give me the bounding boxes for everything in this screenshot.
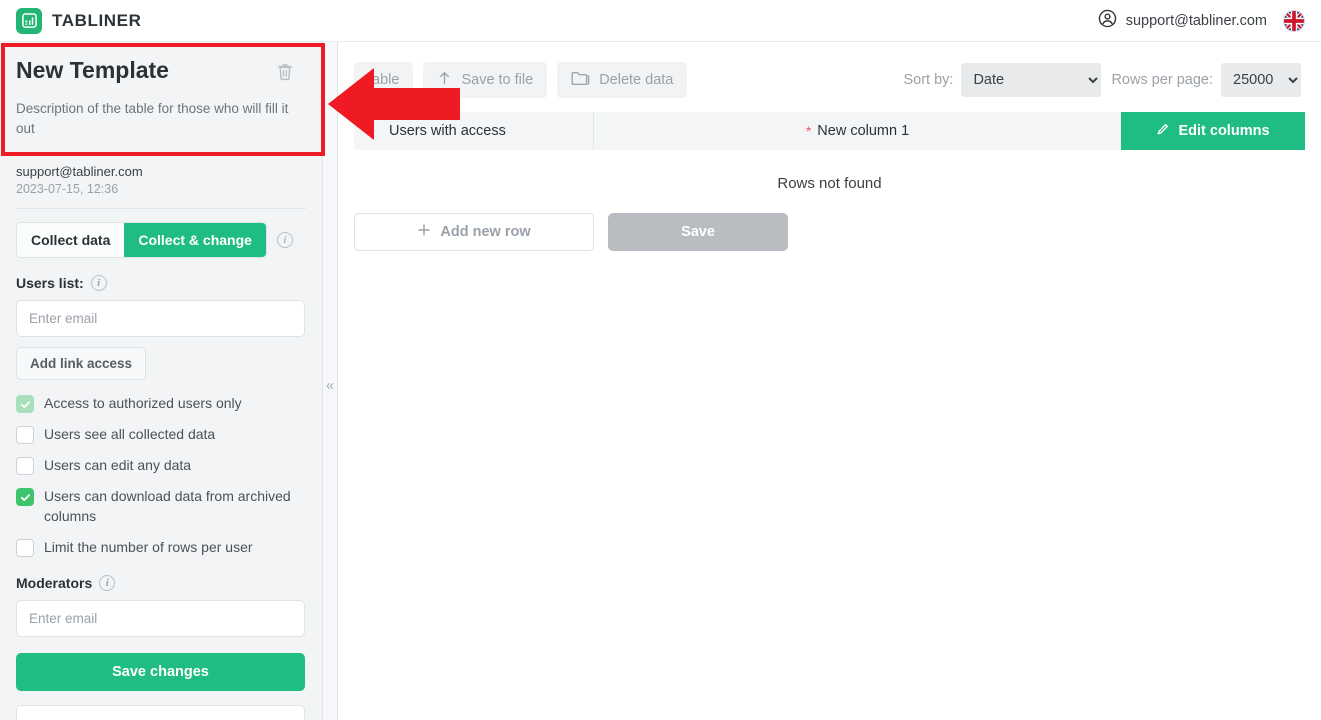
- template-description[interactable]: Description of the table for those who w…: [16, 99, 294, 138]
- checkbox-label: Users can edit any data: [44, 457, 192, 474]
- users-list-label-row: Users list: i: [16, 275, 306, 292]
- tab-collect-and-change[interactable]: Collect & change: [124, 223, 266, 258]
- users-list-email-input[interactable]: [16, 300, 305, 338]
- checkbox-access-authorized-only[interactable]: Access to authorized users only: [16, 394, 306, 414]
- checkbox-download-archived-columns[interactable]: Users can download data from archived co…: [16, 487, 306, 527]
- checkbox-box: [16, 538, 34, 557]
- edit-columns-label: Edit columns: [1178, 123, 1270, 139]
- save-changes-button[interactable]: Save changes: [16, 652, 305, 691]
- checkbox-box: [16, 426, 34, 445]
- moderators-label: Moderators: [16, 574, 93, 591]
- checkbox-label: Access to authorized users only: [44, 395, 242, 412]
- table-toolbar: table Save to file Delete data Sort by: …: [338, 42, 1321, 98]
- sort-by-control: Sort by: Date: [903, 63, 1102, 97]
- account-menu[interactable]: support@tabliner.com: [1097, 8, 1267, 34]
- account-email: support@tabliner.com: [1125, 12, 1267, 29]
- rows-per-page-select[interactable]: 25000: [1221, 63, 1301, 97]
- brand-name: TABLINER: [52, 10, 142, 30]
- checkbox-users-see-all-data[interactable]: Users see all collected data: [16, 425, 306, 445]
- checkbox-box: [16, 395, 34, 414]
- checkbox-label: Limit the number of rows per user: [44, 538, 253, 555]
- tab-collect-data[interactable]: Collect data: [17, 223, 125, 258]
- add-link-access-button[interactable]: Add link access: [16, 347, 147, 381]
- sort-by-label: Sort by:: [903, 72, 954, 88]
- table-header-row: Users with access * New column 1 Edit co…: [354, 112, 1305, 150]
- permissions-checkbox-group: Access to authorized users only Users se…: [16, 394, 306, 557]
- chevron-double-left-icon[interactable]: «: [322, 372, 338, 398]
- delete-data-label: Delete data: [599, 72, 674, 88]
- required-marker: *: [805, 123, 812, 139]
- checkbox-label: Users can download data from archived co…: [44, 488, 291, 524]
- sort-by-select[interactable]: Date: [961, 63, 1102, 97]
- users-list-label: Users list:: [16, 275, 84, 292]
- mode-toggle-group: Collect data Collect & change: [16, 222, 267, 259]
- user-circle-icon: [1097, 8, 1118, 34]
- edit-columns-button[interactable]: Edit columns: [1121, 112, 1305, 150]
- column-header-label: New column 1: [817, 123, 910, 139]
- checkbox-users-edit-any-data[interactable]: Users can edit any data: [16, 456, 306, 476]
- template-timestamp: 2023-07-15, 12:36: [16, 182, 119, 197]
- sidebar: New Template Description of the table fo…: [0, 42, 322, 720]
- checkbox-box: [16, 488, 34, 507]
- moderators-email-input[interactable]: [16, 599, 305, 637]
- upload-arrow-icon: [437, 70, 452, 90]
- owner-email: support@tabliner.com: [16, 164, 143, 180]
- plus-icon: [417, 223, 431, 241]
- tabliner-logo-icon: [16, 7, 42, 34]
- uk-flag-icon[interactable]: [1283, 9, 1305, 32]
- info-icon[interactable]: i: [90, 275, 107, 292]
- pencil-icon: [1156, 122, 1170, 140]
- rows-per-page-label: Rows per page:: [1111, 72, 1213, 88]
- template-title[interactable]: New Template: [16, 57, 169, 83]
- save-to-file-label: Save to file: [461, 72, 534, 88]
- save-to-file-button[interactable]: Save to file: [423, 62, 548, 98]
- checkbox-limit-rows-per-user[interactable]: Limit the number of rows per user: [16, 538, 306, 558]
- empty-state-message: Rows not found: [777, 175, 882, 192]
- moderators-label-row: Moderators i: [16, 574, 306, 591]
- column-header-new-column-1[interactable]: * New column 1: [594, 112, 1121, 150]
- folder-icon: [571, 70, 590, 90]
- top-bar: TABLINER support@tabliner.com: [0, 0, 1321, 42]
- checkbox-box: [16, 457, 34, 476]
- info-icon[interactable]: i: [99, 574, 116, 591]
- divider: [16, 208, 306, 210]
- rows-per-page-control: Rows per page: 25000: [1111, 63, 1301, 97]
- delete-data-button[interactable]: Delete data: [557, 62, 688, 98]
- main-content: table Save to file Delete data Sort by: …: [338, 42, 1321, 720]
- brand[interactable]: TABLINER: [16, 7, 142, 34]
- checkbox-label: Users see all collected data: [44, 426, 216, 443]
- sidebar-bottom-panel[interactable]: [16, 704, 305, 720]
- column-header-users-with-access[interactable]: Users with access: [354, 112, 594, 150]
- template-header: New Template: [16, 57, 294, 83]
- trash-icon[interactable]: [276, 62, 294, 82]
- share-table-button[interactable]: table: [354, 62, 414, 98]
- row-action-bar: Add new row Save: [354, 213, 1321, 251]
- add-new-row-button[interactable]: Add new row: [354, 213, 594, 251]
- template-card: New Template Description of the table fo…: [16, 42, 306, 152]
- mode-toggle: Collect data Collect & change i: [16, 222, 306, 259]
- add-new-row-label: Add new row: [440, 224, 531, 240]
- save-rows-button[interactable]: Save: [608, 213, 788, 251]
- info-icon[interactable]: i: [276, 232, 293, 249]
- app-root: TABLINER support@tabliner.com New Templa…: [0, 0, 1321, 720]
